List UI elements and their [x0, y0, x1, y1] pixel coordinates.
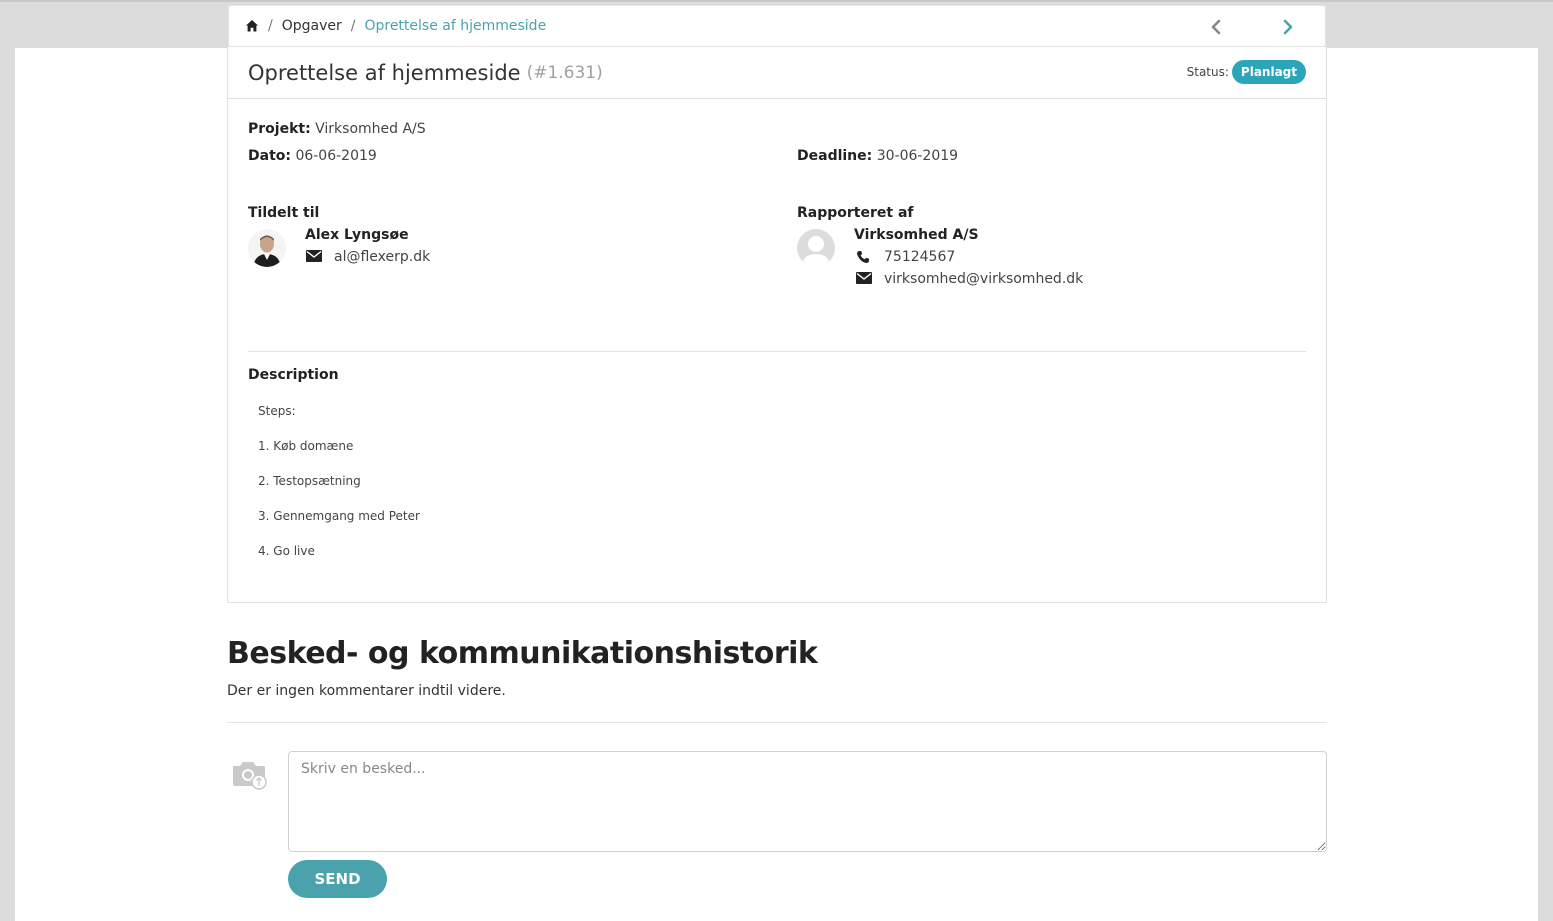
status: Status: Planlagt	[1187, 60, 1306, 84]
reporter-email-row: virksomhed@virksomhed.dk	[856, 271, 1083, 287]
camera-upload-icon[interactable]	[231, 758, 269, 792]
reporter-avatar	[797, 229, 835, 267]
date-value: 06-06-2019	[295, 148, 377, 164]
task-header: Oprettelse af hjemmeside (#1.631) Status…	[228, 47, 1326, 99]
phone-icon	[856, 250, 872, 264]
description-line: Steps:	[258, 404, 296, 418]
description-line: 4. Go live	[258, 544, 315, 558]
assigned-label: Tildelt til	[248, 205, 320, 221]
home-icon[interactable]	[245, 19, 259, 33]
date-label: Dato:	[248, 148, 291, 164]
breadcrumb: / Opgaver / Oprettelse af hjemmeside	[228, 5, 1326, 47]
project-value: Virksomhed A/S	[315, 121, 426, 137]
history-title: Besked- og kommunikationshistorik	[227, 636, 818, 671]
project-row: Projekt: Virksomhed A/S	[248, 121, 426, 137]
chevron-right-icon	[1283, 19, 1293, 35]
chevron-left-icon	[1211, 19, 1221, 35]
reporter-name: Virksomhed A/S	[854, 227, 979, 243]
deadline-value: 30-06-2019	[876, 148, 959, 164]
assignee-email[interactable]: al@flexerp.dk	[334, 249, 430, 265]
task-title: Oprettelse af hjemmeside	[248, 60, 521, 85]
window-top-border	[0, 0, 1553, 2]
assignee-avatar	[248, 229, 286, 267]
project-label: Projekt:	[248, 121, 311, 137]
previous-task-button[interactable]	[1205, 16, 1227, 38]
breadcrumb-separator: /	[268, 18, 273, 34]
task-id: (#1.631)	[526, 62, 603, 83]
breadcrumb-separator: /	[350, 18, 356, 34]
assignee-email-row: al@flexerp.dk	[306, 249, 430, 265]
message-input[interactable]	[288, 751, 1327, 852]
breadcrumb-item-current: Oprettelse af hjemmeside	[364, 18, 547, 34]
reporter-phone-row: 75124567	[856, 249, 955, 265]
deadline-row: Deadline: 30-06-2019	[797, 148, 958, 164]
breadcrumb-item-opgaver[interactable]: Opgaver	[282, 18, 342, 34]
envelope-icon	[306, 250, 322, 264]
assignee-name: Alex Lyngsøe	[305, 227, 409, 243]
description-line: 1. Køb domæne	[258, 439, 354, 453]
status-badge: Planlagt	[1231, 60, 1306, 84]
envelope-icon	[856, 272, 872, 286]
description-label: Description	[248, 367, 339, 383]
description-line: 2. Testopsætning	[258, 474, 361, 488]
description-line: 3. Gennemgang med Peter	[258, 509, 420, 523]
reporter-label: Rapporteret af	[797, 205, 914, 221]
section-divider	[248, 351, 1306, 352]
send-button[interactable]: SEND	[288, 860, 387, 898]
history-divider	[227, 722, 1327, 723]
status-label: Status:	[1186, 65, 1229, 79]
reporter-email[interactable]: virksomhed@virksomhed.dk	[884, 271, 1083, 287]
next-task-button[interactable]	[1277, 16, 1299, 38]
deadline-label: Deadline:	[797, 148, 873, 164]
reporter-phone[interactable]: 75124567	[884, 249, 955, 265]
task-card: Oprettelse af hjemmeside (#1.631) Status…	[227, 47, 1327, 603]
date-row: Dato: 06-06-2019	[248, 148, 377, 164]
history-empty-text: Der er ingen kommentarer indtil videre.	[227, 683, 506, 699]
